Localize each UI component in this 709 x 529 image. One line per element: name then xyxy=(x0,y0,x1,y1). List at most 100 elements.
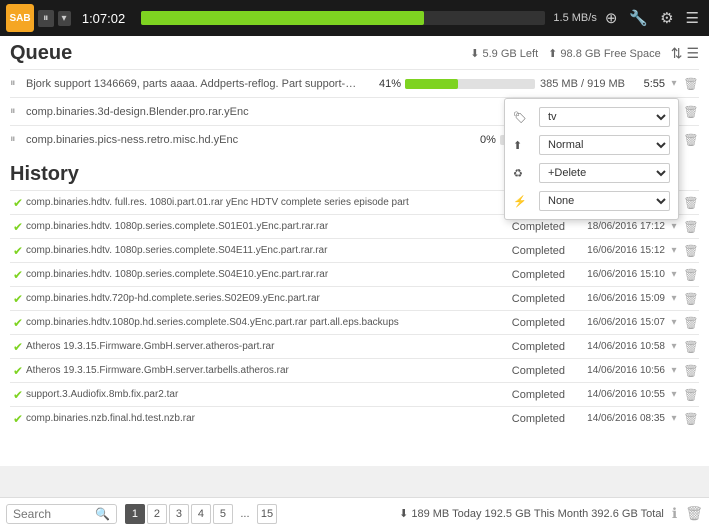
timer-display: 1:07:02 xyxy=(75,11,133,26)
gear-button[interactable]: ⚙ xyxy=(656,7,677,29)
postprocess-icon: ♻ xyxy=(513,167,533,180)
search-input[interactable] xyxy=(13,507,93,521)
history-row: ✔ Atheros 19.3.15.Firmware.GmbH.server.a… xyxy=(10,334,699,358)
history-row-date: 16/06/2016 15:10 xyxy=(565,269,665,280)
history-row-trash-icon[interactable]: 🗑 xyxy=(683,268,699,282)
trash-all-button[interactable]: 🗑 xyxy=(685,505,703,522)
history-row-trash-icon[interactable]: 🗑 xyxy=(683,196,699,210)
queue-rows: ⏸ Bjork support 1346669, parts aaaa. Add… xyxy=(10,69,699,153)
queue-row-trash-icon[interactable]: 🗑 xyxy=(683,105,699,119)
history-row-arrow-icon[interactable]: ▾ xyxy=(667,269,681,280)
history-row-status: Completed xyxy=(495,317,565,329)
history-row-date: 16/06/2016 15:12 xyxy=(565,245,665,256)
history-row-trash-icon[interactable]: 🗑 xyxy=(683,340,699,354)
history-row-date: 14/06/2016 10:58 xyxy=(565,341,665,352)
history-row-status: Completed xyxy=(495,413,565,425)
history-row: ✔ comp.binaries.hdtv. 1080p.series.compl… xyxy=(10,238,699,262)
history-row: ✔ support.3.Audiofix.8mb.fix.par2.tar Co… xyxy=(10,382,699,406)
page-2-button[interactable]: 2 xyxy=(147,504,167,524)
history-row-trash-icon[interactable]: 🗑 xyxy=(683,220,699,234)
queue-view-icon[interactable]: ☰ xyxy=(686,45,699,62)
history-row-arrow-icon[interactable]: ▾ xyxy=(667,293,681,304)
queue-meta: ⬇ 5.9 GB Left ⬆ 98.8 GB Free Space ⇅ ☰ xyxy=(470,45,699,62)
history-row: ✔ comp.binaries.hdtv.720p-hd.complete.se… xyxy=(10,286,699,310)
history-row-name: comp.binaries.hdtv.1080p.hd.series.compl… xyxy=(26,317,495,328)
search-wrap: 🔍 xyxy=(6,504,117,524)
history-row-arrow-icon[interactable]: ▾ xyxy=(667,413,681,424)
queue-row-pause-icon[interactable]: ⏸ xyxy=(10,77,26,90)
page-5-button[interactable]: 5 xyxy=(213,504,233,524)
priority-level-row: ⬆ Normal High Low Paused xyxy=(505,131,678,159)
history-row: ✔ Atheros 19.3.15.Firmware.GmbH.server.t… xyxy=(10,358,699,382)
category-icon: 🏷 xyxy=(513,111,533,124)
postprocess-select[interactable]: +Delete Download Repair Unpack xyxy=(539,163,670,183)
history-row-trash-icon[interactable]: 🗑 xyxy=(683,388,699,402)
queue-row-name: comp.binaries.pics-ness.retro.misc.hd.yE… xyxy=(26,134,460,146)
queue-row-pause-icon[interactable]: ⏸ xyxy=(10,133,26,146)
history-check-icon: ✔ xyxy=(10,268,26,282)
page-3-button[interactable]: 3 xyxy=(169,504,189,524)
history-row-trash-icon[interactable]: 🗑 xyxy=(683,364,699,378)
history-row-arrow-icon[interactable]: ▾ xyxy=(667,245,681,256)
search-icon: 🔍 xyxy=(95,507,110,521)
history-row-trash-icon[interactable]: 🗑 xyxy=(683,412,699,426)
queue-row-trash-icon[interactable]: 🗑 xyxy=(683,133,699,147)
history-row-arrow-icon[interactable]: ▾ xyxy=(667,341,681,352)
history-row-trash-icon[interactable]: 🗑 xyxy=(683,292,699,306)
pagination: 1 2 3 4 5 ... 15 xyxy=(125,504,277,524)
history-check-icon: ✔ xyxy=(10,316,26,330)
history-row-arrow-icon[interactable]: ▾ xyxy=(667,389,681,400)
queue-row-progress-fill xyxy=(405,79,458,89)
history-row-date: 14/06/2016 10:55 xyxy=(565,389,665,400)
script-select[interactable]: None SickBeard.py xyxy=(539,191,670,211)
pause-button[interactable]: ⏸ xyxy=(38,10,54,27)
queue-row-size: 385 MB / 919 MB xyxy=(535,78,625,90)
history-row-trash-icon[interactable]: 🗑 xyxy=(683,316,699,330)
history-rows: ✔ comp.binaries.hdtv. full.res. 1080i.pa… xyxy=(10,190,699,430)
queue-title: Queue xyxy=(10,42,72,65)
history-row-name: Atheros 19.3.15.Firmware.GmbH.server.tar… xyxy=(26,365,495,376)
page-1-button[interactable]: 1 xyxy=(125,504,145,524)
history-row-arrow-icon[interactable]: ▾ xyxy=(667,221,681,232)
queue-row: ⏸ comp.binaries.3d-design.Blender.pro.ra… xyxy=(10,97,699,125)
history-row-status: Completed xyxy=(495,365,565,377)
history-row-status: Completed xyxy=(495,341,565,353)
history-row-name: Atheros 19.3.15.Firmware.GmbH.server.ath… xyxy=(26,341,495,352)
page-4-button[interactable]: 4 xyxy=(191,504,211,524)
history-row: ✔ comp.binaries.nzb.final.hd.test.nzb.ra… xyxy=(10,406,699,430)
queue-sort-icon[interactable]: ⇅ xyxy=(671,45,683,62)
history-row-status: Completed xyxy=(495,293,565,305)
queue-row-trash-icon[interactable]: 🗑 xyxy=(683,77,699,91)
queue-row-pause-icon[interactable]: ⏸ xyxy=(10,105,26,118)
history-title: History xyxy=(10,163,79,186)
page-15-button[interactable]: 15 xyxy=(257,504,277,524)
history-row: ✔ comp.binaries.hdtv.1080p.hd.series.com… xyxy=(10,310,699,334)
pause-dropdown-button[interactable]: ▾ xyxy=(58,11,71,26)
speed-display: 1.5 MB/s xyxy=(553,12,596,24)
info-button[interactable]: ℹ xyxy=(672,505,677,522)
history-row-name: comp.binaries.hdtv. 1080p.series.complet… xyxy=(26,245,495,256)
category-select[interactable]: tv movies misc xyxy=(539,107,670,127)
history-row-date: 14/06/2016 10:56 xyxy=(565,365,665,376)
queue-icons: ⇅ ☰ xyxy=(671,45,699,62)
navbar: SAB ⏸ ▾ 1:07:02 1.5 MB/s ⊕ 🔧 ⚙ ☰ xyxy=(0,0,709,36)
history-row-arrow-icon[interactable]: ▾ xyxy=(667,317,681,328)
page-ellipsis: ... xyxy=(235,504,255,524)
history-row-trash-icon[interactable]: 🗑 xyxy=(683,244,699,258)
history-check-icon: ✔ xyxy=(10,340,26,354)
history-check-icon: ✔ xyxy=(10,388,26,402)
priority-level-icon: ⬆ xyxy=(513,139,533,152)
stats-text: ⬇ 189 MB Today 192.5 GB This Month 392.6… xyxy=(399,507,664,520)
add-button[interactable]: ⊕ xyxy=(601,7,622,29)
script-icon: ⚡ xyxy=(513,195,533,208)
history-row-date: 16/06/2016 15:07 xyxy=(565,317,665,328)
history-row-date: 16/06/2016 15:09 xyxy=(565,293,665,304)
queue-header: Queue ⬇ 5.9 GB Left ⬆ 98.8 GB Free Space… xyxy=(10,36,699,69)
menu-button[interactable]: ☰ xyxy=(682,7,703,29)
queue-row-time: 5:55 xyxy=(629,78,665,90)
queue-row-arrow-icon[interactable]: ▾ xyxy=(667,78,681,89)
history-row-name: comp.binaries.hdtv. 1080p.series.complet… xyxy=(26,221,495,232)
history-row-arrow-icon[interactable]: ▾ xyxy=(667,365,681,376)
wrench-button[interactable]: 🔧 xyxy=(625,7,652,29)
priority-select[interactable]: Normal High Low Paused xyxy=(539,135,670,155)
